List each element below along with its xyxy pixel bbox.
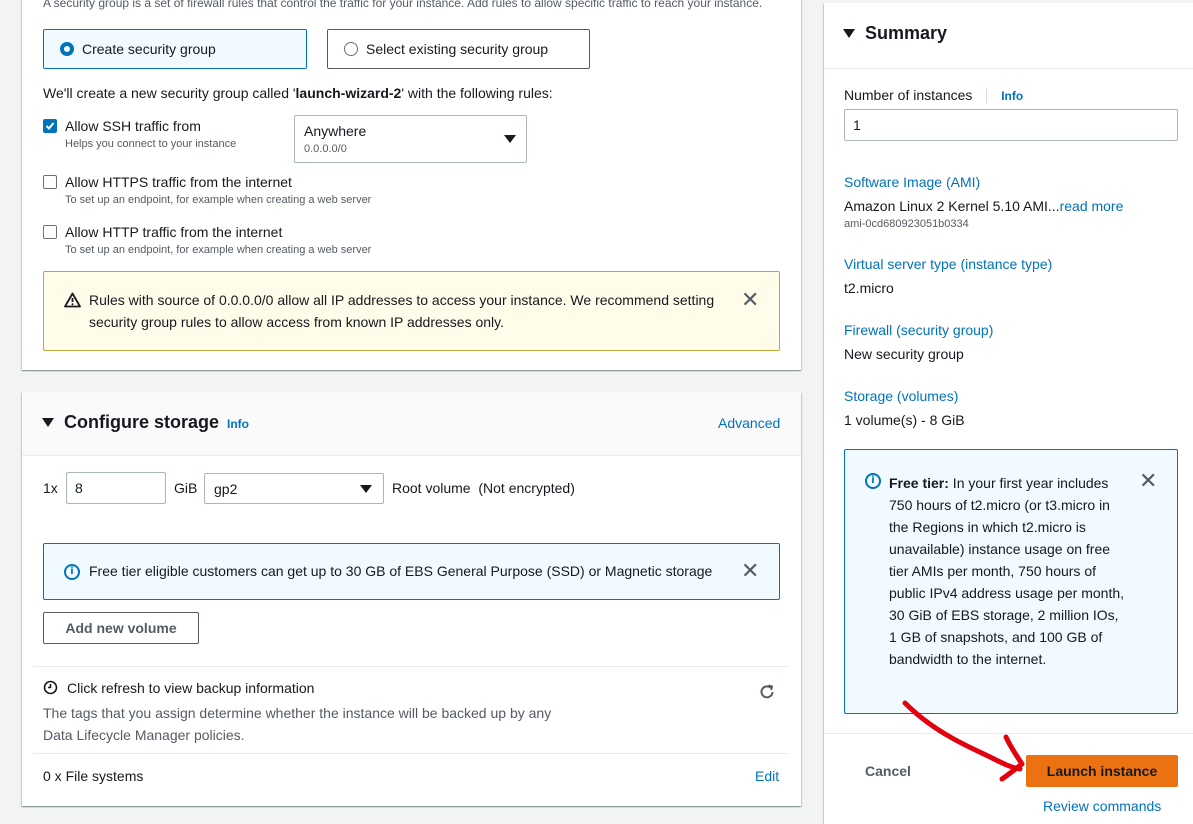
storage-title: Configure storage bbox=[64, 412, 220, 432]
launch-instance-button[interactable]: Launch instance bbox=[1026, 755, 1178, 787]
clock-icon bbox=[43, 680, 58, 695]
number-of-instances-input[interactable]: 1 bbox=[844, 109, 1178, 141]
select-existing-security-group-option[interactable]: Select existing security group bbox=[327, 29, 590, 69]
free-tier-storage-text: Free tier eligible customers can get up … bbox=[89, 563, 713, 579]
free-tier-storage-info: i Free tier eligible customers can get u… bbox=[43, 543, 780, 600]
collapse-caret-icon[interactable] bbox=[843, 29, 855, 38]
ssh-source-value: Anywhere bbox=[304, 123, 367, 139]
divider bbox=[33, 753, 789, 754]
close-icon[interactable]: ✕ bbox=[741, 561, 759, 583]
allow-http-help: To set up an endpoint, for example when … bbox=[65, 244, 372, 256]
checkmark-icon bbox=[45, 122, 55, 130]
radio-unselected-icon bbox=[344, 42, 358, 56]
security-group-description: A security group is a set of firewall ru… bbox=[43, 0, 763, 10]
volume-type-select[interactable]: gp2 bbox=[204, 473, 384, 504]
close-icon[interactable]: ✕ bbox=[1139, 471, 1157, 493]
info-icon: i bbox=[865, 473, 881, 489]
divider bbox=[33, 666, 789, 667]
allow-ssh-checkbox[interactable] bbox=[43, 119, 57, 133]
allow-ssh-label: Allow SSH traffic from bbox=[65, 118, 201, 134]
refresh-icon[interactable] bbox=[758, 683, 776, 701]
open-source-warning: Rules with source of 0.0.0.0/0 allow all… bbox=[43, 271, 780, 351]
storage-info-link[interactable]: Info bbox=[227, 417, 249, 431]
storage-header[interactable]: Configure storage Info Advanced bbox=[22, 392, 801, 456]
separator bbox=[986, 89, 988, 104]
summary-title: Summary bbox=[865, 23, 948, 43]
read-more-link[interactable]: read more bbox=[1060, 198, 1124, 214]
ssh-source-cidr: 0.0.0.0/0 bbox=[304, 143, 347, 155]
summary-header[interactable]: Summary bbox=[824, 3, 1193, 69]
summary-panel: Summary Number of instances Info 1 Softw… bbox=[824, 3, 1193, 824]
allow-https-checkbox[interactable] bbox=[43, 175, 57, 189]
volume-type-value: gp2 bbox=[214, 481, 238, 497]
firewall-value: New security group bbox=[844, 346, 964, 362]
firewall-section: A security group is a set of firewall ru… bbox=[22, 0, 801, 370]
ssh-source-select[interactable]: Anywhere 0.0.0.0/0 bbox=[294, 115, 527, 163]
warning-text: Rules with source of 0.0.0.0/0 allow all… bbox=[89, 292, 715, 330]
warning-icon bbox=[64, 292, 81, 308]
info-icon: i bbox=[64, 564, 80, 580]
allow-ssh-help: Helps you connect to your instance bbox=[65, 138, 237, 150]
review-commands-link[interactable]: Review commands bbox=[1043, 798, 1161, 814]
ami-link[interactable]: Software Image (AMI) bbox=[844, 174, 980, 190]
ami-id: ami-0cd680923051b0334 bbox=[844, 218, 969, 230]
summary-footer-divider bbox=[824, 733, 1193, 734]
allow-https-row: Allow HTTPS traffic from the internet To… bbox=[43, 172, 371, 208]
ami-name: Amazon Linux 2 Kernel 5.10 AMI... bbox=[844, 198, 1060, 214]
volume-unit: GiB bbox=[174, 480, 198, 496]
volume-count: 1x bbox=[43, 480, 58, 496]
free-tier-text: Free tier: In your first year includes 7… bbox=[889, 472, 1129, 670]
file-systems-label: 0 x File systems bbox=[43, 768, 144, 784]
free-tier-bold: Free tier: bbox=[889, 475, 949, 491]
volume-size-value: 8 bbox=[75, 480, 83, 496]
number-of-instances-text: Number of instances bbox=[844, 87, 973, 103]
storage-value: 1 volume(s) - 8 GiB bbox=[844, 412, 965, 428]
add-new-volume-button[interactable]: Add new volume bbox=[43, 612, 199, 644]
backup-info-description: The tags that you assign determine wheth… bbox=[43, 705, 552, 743]
allow-https-help: To set up an endpoint, for example when … bbox=[65, 194, 372, 206]
caret-down-icon bbox=[360, 485, 372, 493]
ami-value: Amazon Linux 2 Kernel 5.10 AMI...read mo… bbox=[844, 198, 1123, 214]
allow-https-label: Allow HTTPS traffic from the internet bbox=[65, 174, 292, 190]
file-systems-edit-link[interactable]: Edit bbox=[755, 768, 779, 784]
advanced-link[interactable]: Advanced bbox=[718, 415, 780, 431]
cancel-button[interactable]: Cancel bbox=[865, 763, 911, 779]
allow-http-label: Allow HTTP traffic from the internet bbox=[65, 224, 283, 240]
collapse-caret-icon[interactable] bbox=[42, 418, 54, 427]
volume-size-input[interactable]: 8 bbox=[66, 472, 166, 504]
create-security-group-option[interactable]: Create security group bbox=[43, 29, 307, 69]
note-suffix: ' with the following rules: bbox=[401, 85, 553, 101]
number-of-instances-value: 1 bbox=[853, 117, 861, 133]
security-group-note: We'll create a new security group called… bbox=[43, 85, 553, 101]
free-tier-body: In your first year includes 750 hours of… bbox=[889, 475, 1125, 667]
select-existing-security-group-label: Select existing security group bbox=[366, 41, 549, 57]
instance-type-value: t2.micro bbox=[844, 280, 894, 296]
allow-http-checkbox[interactable] bbox=[43, 225, 57, 239]
caret-down-icon bbox=[504, 135, 516, 143]
create-security-group-label: Create security group bbox=[82, 41, 216, 57]
firewall-link[interactable]: Firewall (security group) bbox=[844, 322, 993, 338]
number-of-instances-info-link[interactable]: Info bbox=[1001, 89, 1023, 103]
allow-http-row: Allow HTTP traffic from the internet To … bbox=[43, 222, 371, 258]
instance-type-link[interactable]: Virtual server type (instance type) bbox=[844, 256, 1052, 272]
configure-storage-section: Configure storage Info Advanced 1x 8 GiB… bbox=[22, 392, 801, 806]
note-prefix: We'll create a new security group called… bbox=[43, 85, 296, 101]
number-of-instances-label: Number of instances Info bbox=[844, 87, 1023, 104]
backup-info-title: Click refresh to view backup information bbox=[67, 680, 315, 696]
allow-ssh-row: Allow SSH traffic from Helps you connect… bbox=[43, 116, 236, 152]
radio-selected-icon bbox=[60, 42, 74, 56]
storage-link[interactable]: Storage (volumes) bbox=[844, 388, 958, 404]
free-tier-info: i Free tier: In your first year includes… bbox=[844, 449, 1178, 714]
close-icon[interactable]: ✕ bbox=[741, 290, 759, 312]
root-volume-label: Root volume (Not encrypted) bbox=[392, 480, 575, 496]
security-group-name: launch-wizard-2 bbox=[295, 85, 402, 101]
